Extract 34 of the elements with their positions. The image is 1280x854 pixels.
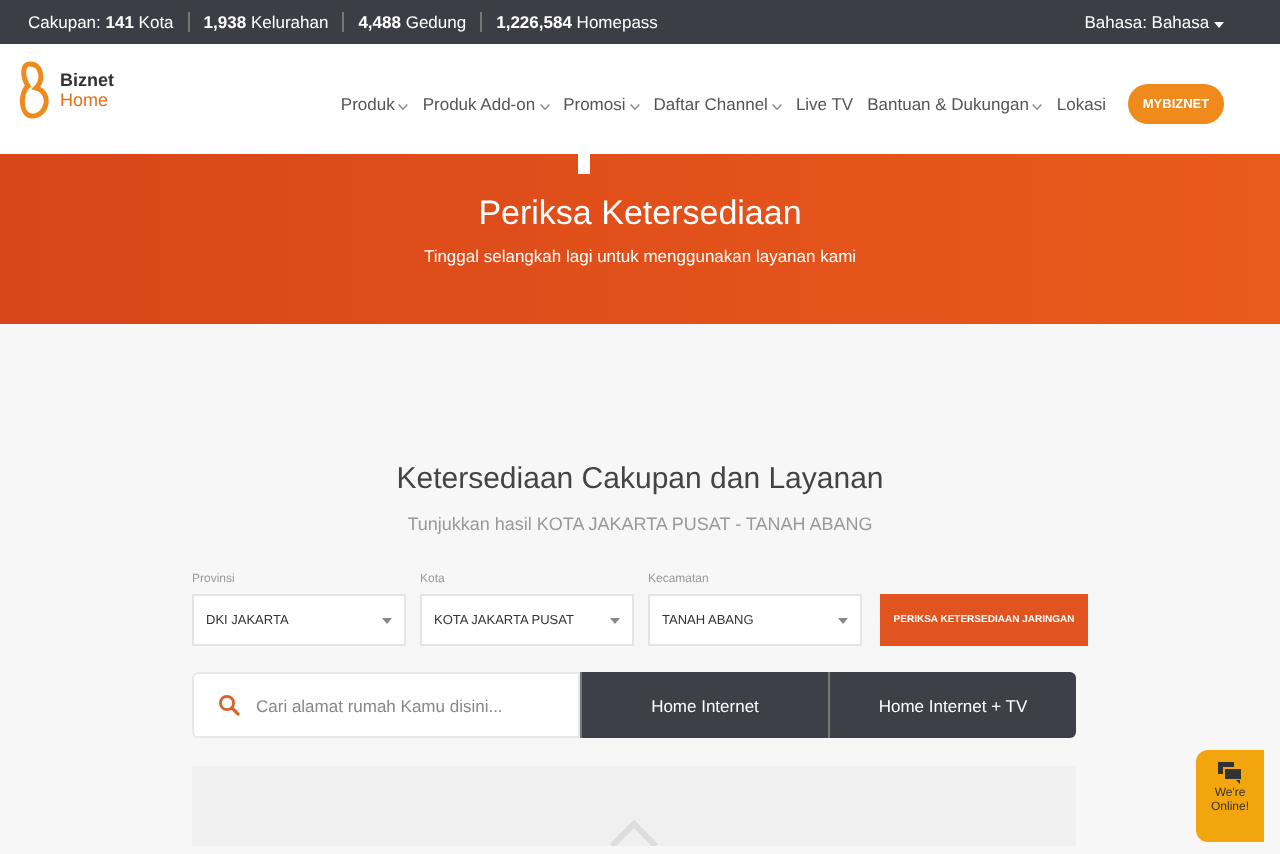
service-tab[interactable]: Home Internet + TV	[828, 672, 1076, 738]
nav-link[interactable]: Lokasi	[1056, 94, 1106, 114]
nav-link[interactable]: Promosi	[563, 94, 640, 114]
service-tab[interactable]: Home Internet	[580, 672, 828, 738]
search-bar[interactable]: Cari alamat rumah Kamu disini...	[192, 672, 580, 738]
banner-title: Periksa Ketersediaan	[478, 194, 802, 234]
nav-link[interactable]: Daftar Channel	[653, 94, 782, 114]
caret-icon	[1214, 22, 1224, 28]
section-title: Ketersediaan Cakupan dan Layanan	[396, 462, 884, 496]
nav-link[interactable]: Produk Add-on	[422, 94, 550, 114]
banner-subtitle: Tinggal selangkah lagi untuk menggunakan layanan kami	[423, 246, 857, 266]
language-selector[interactable]: Bahasa: Bahasa	[1084, 12, 1224, 32]
nav-link[interactable]: Live TV	[795, 94, 854, 114]
chat-icon	[1218, 762, 1242, 784]
chevron-up-icon	[610, 820, 658, 846]
logo-name: Biznet	[60, 70, 114, 90]
nav-link[interactable]: Produk	[340, 94, 409, 114]
section-subtitle: Tunjukkan hasil KOTA JAKARTA PUSAT - TANAH ABANG	[407, 514, 873, 534]
chevron-down-icon	[771, 104, 782, 110]
coverage-stat: 1,938 Kelurahan	[187, 12, 343, 32]
caret-icon	[382, 617, 392, 623]
coverage-stat: 1,226,584 Homepass	[480, 12, 672, 32]
logo-subtitle: Home	[60, 90, 111, 110]
caret-icon	[838, 617, 848, 623]
chevron-down-icon	[539, 104, 550, 110]
search-icon	[218, 694, 240, 716]
chevron-down-icon	[629, 104, 640, 110]
coverage-stat: 4,488 Gedung	[342, 12, 481, 32]
caret-icon	[610, 617, 620, 623]
chevron-down-icon	[1032, 104, 1043, 110]
chevron-down-icon	[398, 104, 409, 110]
nav-link[interactable]: Bantuan & Dukungan	[867, 94, 1043, 114]
coverage-stat: Cakupan: 141 Kota	[28, 12, 176, 32]
logo-icon	[20, 60, 52, 120]
